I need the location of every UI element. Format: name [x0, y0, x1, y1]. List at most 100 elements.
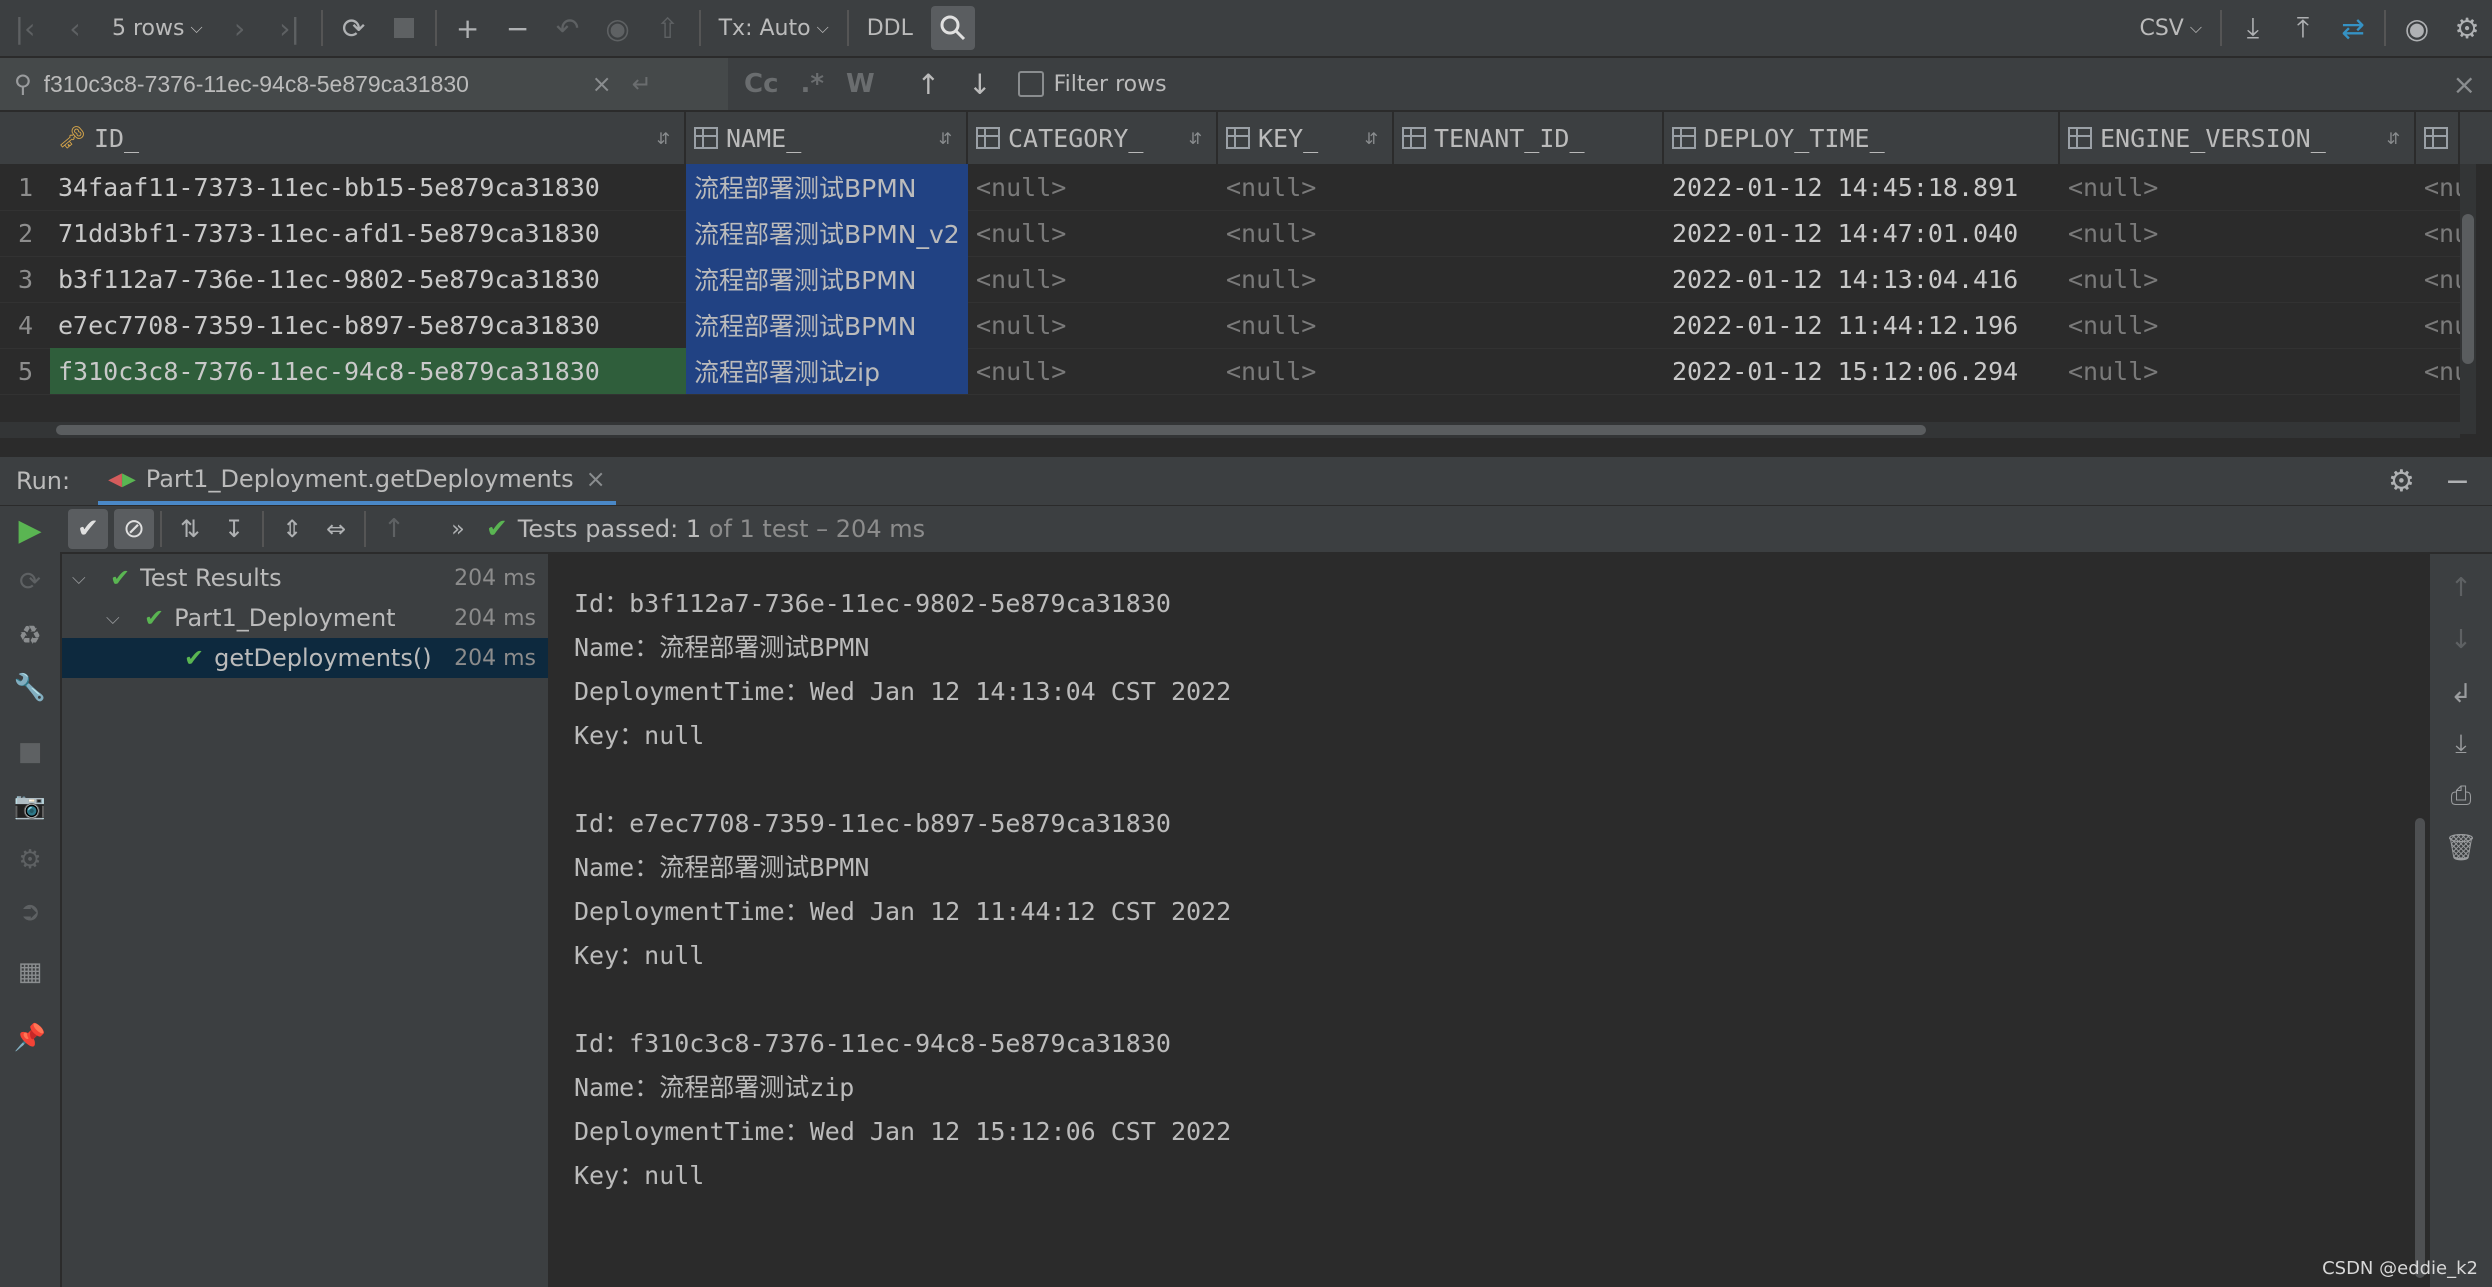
cell-id[interactable]: b3f112a7-736e-11ec-9802-5e879ca31830 [50, 256, 686, 302]
first-page-icon[interactable]: |‹ [0, 0, 50, 56]
column-header-tenant-id[interactable]: TENANT_ID_ [1394, 112, 1664, 164]
cell-key[interactable]: <null> [1218, 348, 1394, 394]
tree-item-get-deployments[interactable]: ✔ getDeployments() 204 ms [62, 638, 548, 678]
table-row[interactable]: 3 b3f112a7-736e-11ec-9802-5e879ca31830 流程部… [0, 256, 2460, 303]
run-tab[interactable]: ◀▶ Part1_Deployment.getDeployments × [98, 457, 616, 505]
stop-icon[interactable] [379, 0, 429, 56]
rerun-failed-icon[interactable]: ⟳ [0, 562, 60, 602]
print-icon[interactable]: ⎙ [2430, 776, 2492, 816]
chevron-down-icon[interactable]: ⌵ [72, 568, 102, 589]
cell-deploy-time[interactable]: 2022-01-12 14:47:01.040 [1664, 210, 2060, 256]
cell-more[interactable]: <nu [2416, 256, 2460, 302]
sort-duration-icon[interactable]: ↧ [212, 509, 256, 549]
cell-tenant-id[interactable] [1394, 348, 1664, 394]
arrow-up-icon[interactable]: ↑ [2430, 568, 2492, 608]
column-header-deploy-time[interactable]: DEPLOY_TIME_ [1664, 112, 2060, 164]
pin-icon[interactable]: 📌 [0, 1018, 60, 1058]
scroll-to-end-icon[interactable]: ⤓ [2430, 724, 2492, 764]
cell-engine-version[interactable]: <null> [2060, 210, 2416, 256]
table-row[interactable]: 2 71dd3bf1-7373-11ec-afd1-5e879ca31830 流程部… [0, 210, 2460, 257]
clear-icon[interactable]: × [592, 70, 612, 98]
add-row-icon[interactable]: + [443, 0, 493, 56]
close-tab-icon[interactable]: × [586, 465, 606, 493]
next-page-icon[interactable]: › [215, 0, 265, 56]
cell-more[interactable]: <nu [2416, 210, 2460, 256]
debug-icon[interactable]: ⚙ [0, 840, 60, 880]
table-row[interactable]: 5 f310c3c8-7376-11ec-94c8-5e879ca31830 流程部… [0, 348, 2460, 395]
gear-icon[interactable]: ⚙ [2442, 0, 2492, 56]
cell-name[interactable]: 流程部署测试BPMN [686, 256, 968, 302]
cell-category[interactable]: <null> [968, 256, 1218, 302]
column-header-engine-version[interactable]: ENGINE_VERSION_ ⇵ [2060, 112, 2416, 164]
last-page-icon[interactable]: ›| [265, 0, 315, 56]
rerun-icon[interactable]: ▶ [0, 510, 60, 550]
column-header-key[interactable]: KEY_ ⇵ [1218, 112, 1394, 164]
column-header-id[interactable]: 🗝 ID_ ⇵ [50, 112, 686, 164]
submit-icon[interactable]: ⇧ [643, 0, 693, 56]
arrow-down-icon[interactable]: ↓ [968, 68, 991, 101]
cell-key[interactable]: <null> [1218, 210, 1394, 256]
gear-icon[interactable]: ⚙ [2388, 464, 2415, 499]
vertical-scrollbar[interactable] [2460, 164, 2476, 434]
prev-failed-icon[interactable]: ↑ [372, 509, 416, 549]
cell-engine-version[interactable]: <null> [2060, 302, 2416, 348]
console-output[interactable]: Id：b3f112a7-736e-11ec-9802-5e879ca31830 N… [550, 554, 2430, 1287]
cell-tenant-id[interactable] [1394, 164, 1664, 210]
cell-tenant-id[interactable] [1394, 210, 1664, 256]
remove-row-icon[interactable]: − [493, 0, 543, 56]
whole-word-button[interactable]: W [846, 69, 875, 99]
table-row[interactable]: 1 34faaf11-7373-11ec-bb15-5e879ca31830 流程部… [0, 164, 2460, 211]
show-passed-button[interactable]: ✔ [68, 509, 108, 549]
collapse-all-icon[interactable]: ⇔ [314, 509, 358, 549]
search-input[interactable] [41, 69, 586, 99]
column-header-more[interactable] [2416, 112, 2460, 164]
expand-all-icon[interactable]: ⇕ [270, 509, 314, 549]
trash-icon[interactable]: 🗑 [2430, 828, 2492, 868]
cell-deploy-time[interactable]: 2022-01-12 14:45:18.891 [1664, 164, 2060, 210]
cell-id[interactable]: 34faaf11-7373-11ec-bb15-5e879ca31830 [50, 164, 686, 210]
view-icon[interactable]: ◉ [593, 0, 643, 56]
tx-mode-selector[interactable]: Tx: Auto ⌵ [707, 0, 841, 56]
cell-deploy-time[interactable]: 2022-01-12 15:12:06.294 [1664, 348, 2060, 394]
ddl-button[interactable]: DDL [855, 0, 925, 56]
cell-id[interactable]: f310c3c8-7376-11ec-94c8-5e879ca31830 [50, 348, 686, 394]
sort-icon[interactable]: ⇵ [1365, 129, 1378, 148]
filter-rows-checkbox[interactable] [1017, 71, 1044, 97]
sort-icon[interactable]: ⇵ [2387, 129, 2400, 148]
scrollbar-thumb[interactable] [2462, 214, 2474, 364]
table-row[interactable]: 4 e7ec7708-7359-11ec-b897-5e879ca31830 流程部… [0, 302, 2460, 349]
cell-more[interactable]: <nu [2416, 164, 2460, 210]
cell-deploy-time[interactable]: 2022-01-12 11:44:12.196 [1664, 302, 2060, 348]
soft-wrap-icon[interactable]: ↲ [2430, 674, 2492, 714]
tree-item-part1-deployment[interactable]: ⌵ ✔ Part1_Deployment 204 ms [62, 598, 548, 638]
cell-name[interactable]: 流程部署测试BPMN [686, 164, 968, 210]
show-ignored-button[interactable]: ⊘ [114, 509, 154, 549]
cell-category[interactable]: <null> [968, 164, 1218, 210]
cell-id[interactable]: e7ec7708-7359-11ec-b897-5e879ca31830 [50, 302, 686, 348]
layout-icon[interactable]: ▦ [0, 952, 60, 992]
cell-category[interactable]: <null> [968, 210, 1218, 256]
scrollbar-thumb[interactable] [56, 425, 1926, 435]
column-header-name[interactable]: NAME_ ⇵ [686, 112, 968, 164]
console-scrollbar[interactable] [2412, 554, 2428, 1287]
cell-deploy-time[interactable]: 2022-01-12 14:13:04.416 [1664, 256, 2060, 302]
arrow-up-icon[interactable]: ↑ [917, 68, 940, 101]
cell-key[interactable]: <null> [1218, 164, 1394, 210]
camera-icon[interactable]: 📷 [0, 786, 60, 826]
sort-icon[interactable]: ⇵ [657, 129, 670, 148]
sort-icon[interactable]: ⇵ [1189, 129, 1202, 148]
newline-icon[interactable]: ↵ [632, 70, 652, 98]
wrench-icon[interactable]: 🔧 [0, 668, 60, 708]
cell-more[interactable]: <nu [2416, 348, 2460, 394]
horizontal-scrollbar[interactable] [0, 422, 2460, 438]
regex-button[interactable]: .* [801, 69, 824, 99]
cell-more[interactable]: <nu [2416, 302, 2460, 348]
refresh-icon[interactable]: ⟳ [329, 0, 379, 56]
chevron-down-icon[interactable]: ⌵ [106, 608, 136, 629]
match-case-button[interactable]: Cc [744, 69, 779, 99]
cell-tenant-id[interactable] [1394, 302, 1664, 348]
cell-tenant-id[interactable] [1394, 256, 1664, 302]
cell-engine-version[interactable]: <null> [2060, 348, 2416, 394]
upload-icon[interactable]: ⤒ [2278, 0, 2328, 56]
cell-name[interactable]: 流程部署测试BPMN_v2 [686, 210, 968, 256]
